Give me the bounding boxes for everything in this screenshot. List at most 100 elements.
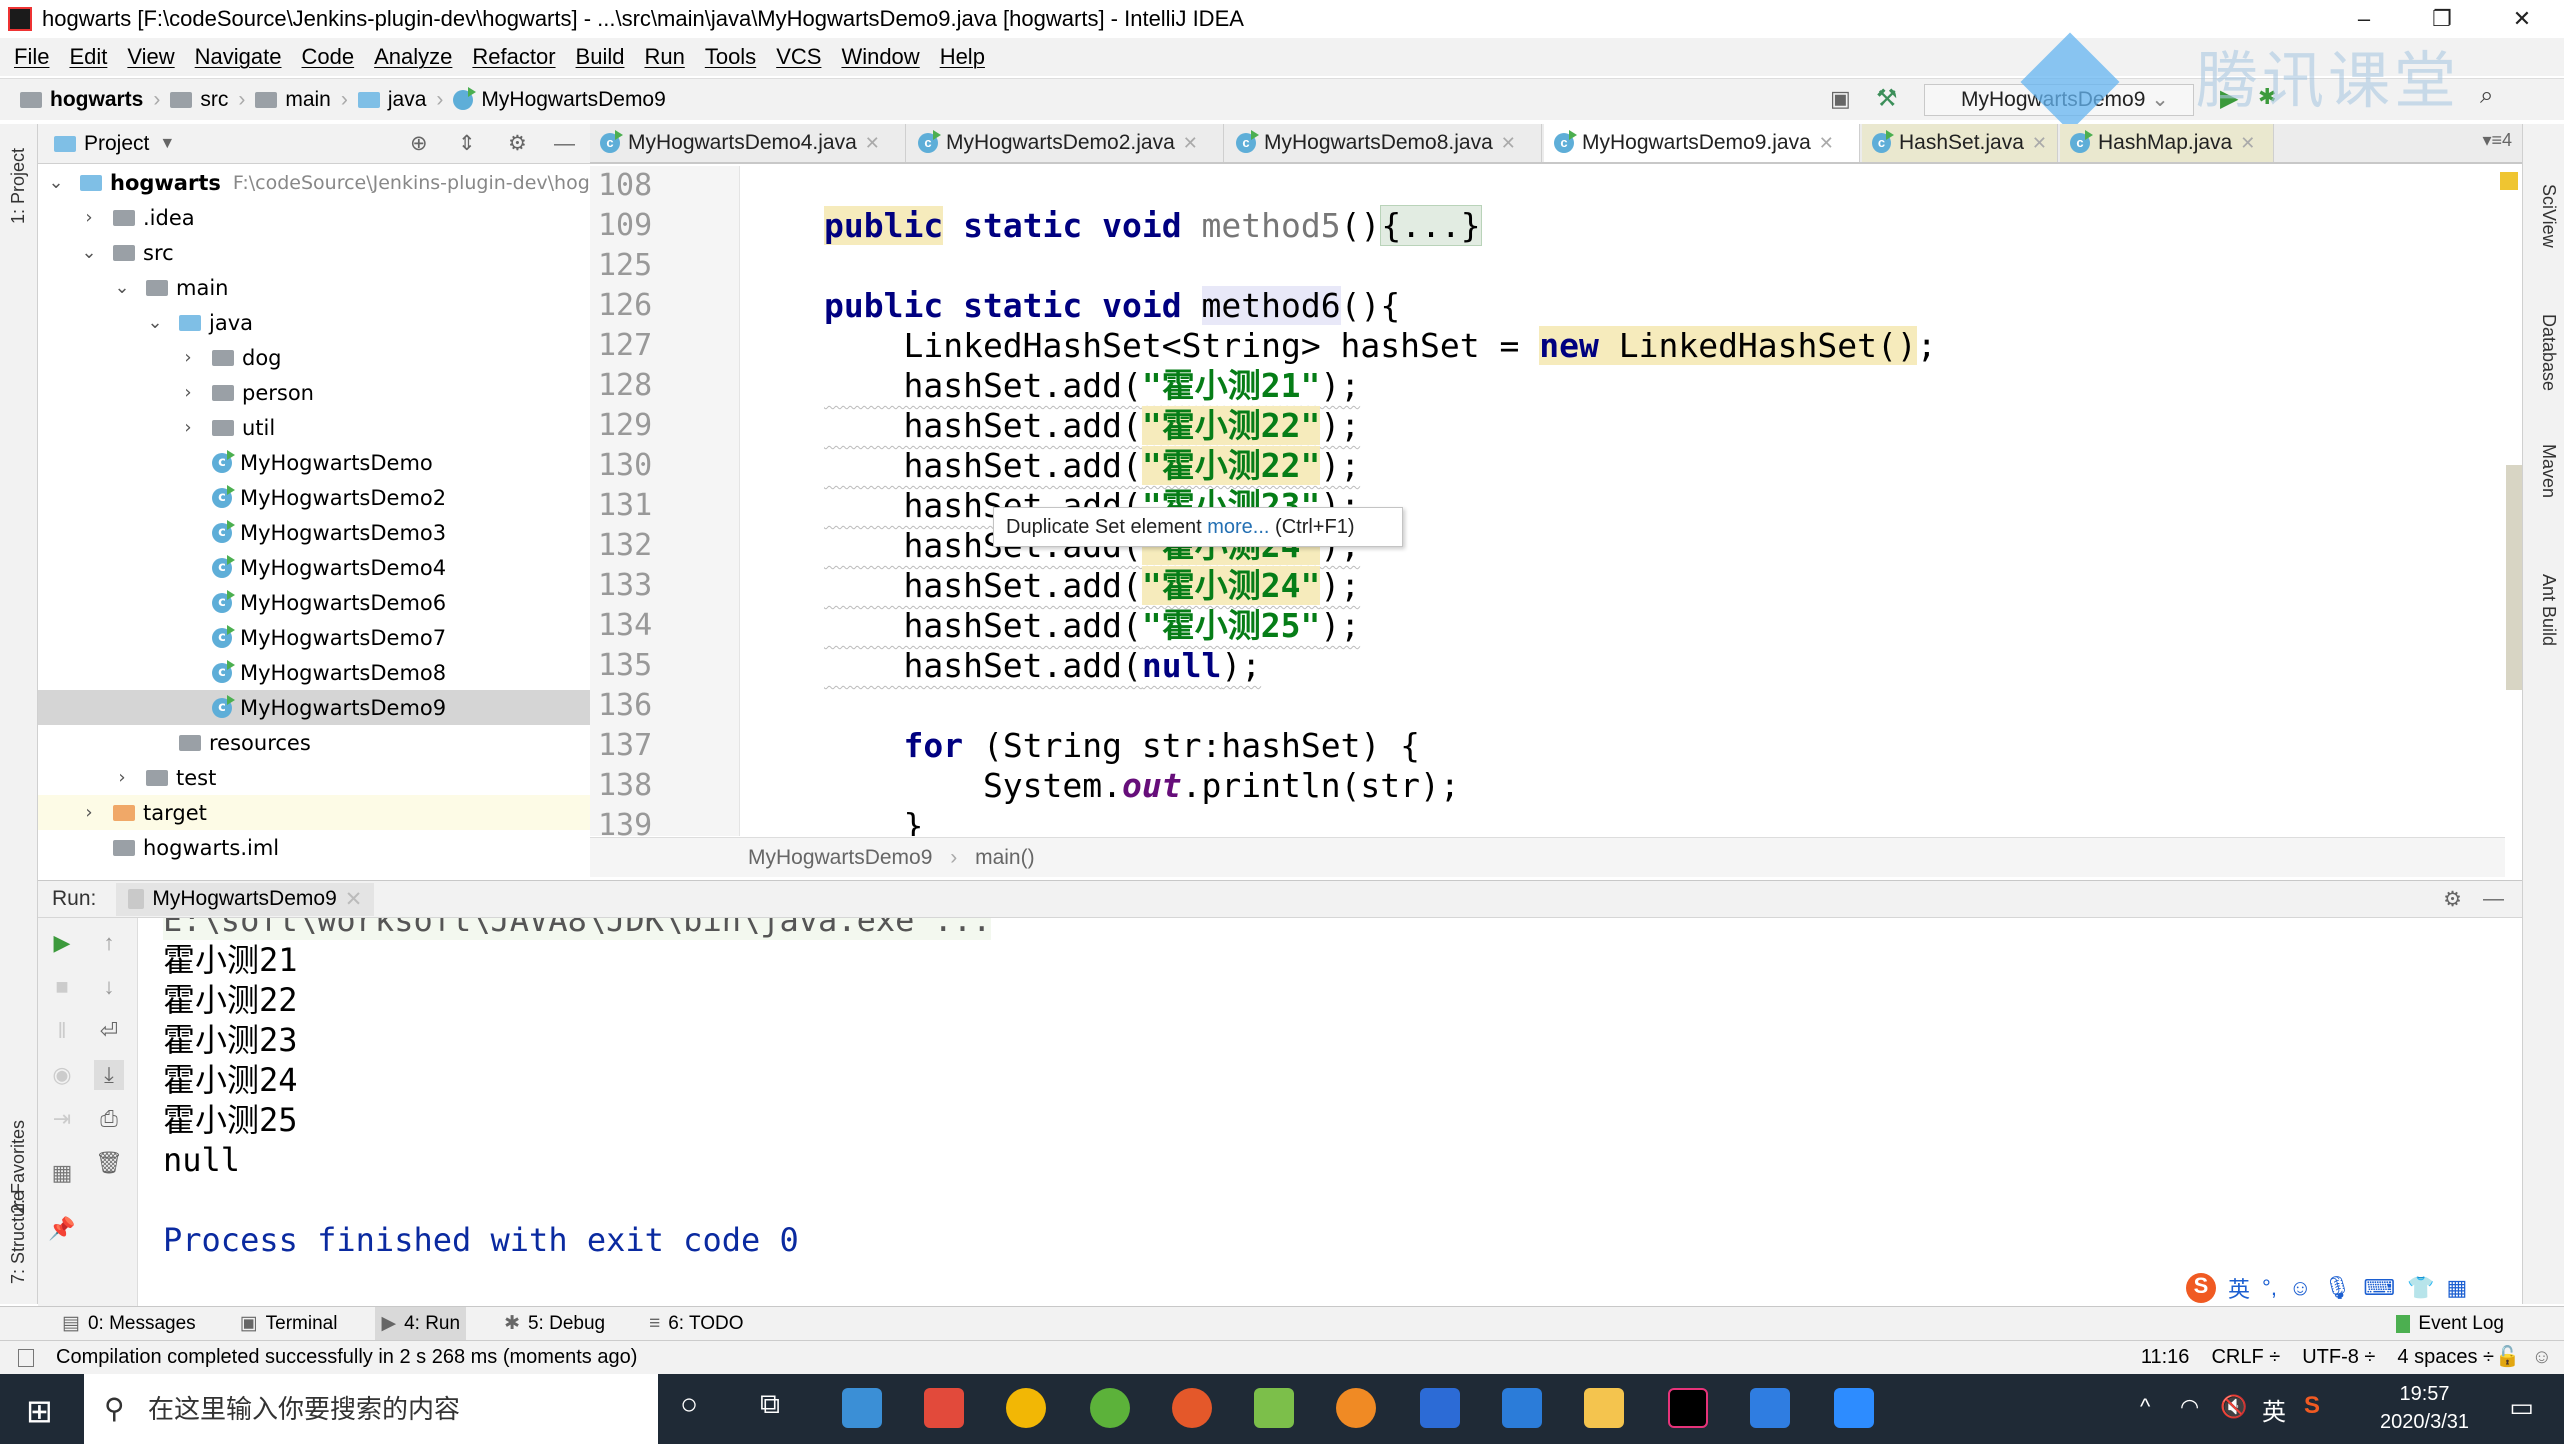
menu-item-tools[interactable]: Tools — [705, 44, 756, 70]
event-log-button[interactable]: Event Log — [2396, 1313, 2504, 1335]
tree-item[interactable]: resources — [38, 725, 590, 760]
tree-item[interactable]: c MyHogwartsDemo — [38, 445, 590, 480]
tree-item[interactable]: › person — [38, 375, 590, 410]
menu-item-navigate[interactable]: Navigate — [195, 44, 282, 70]
locate-icon[interactable]: ⊕ — [410, 131, 428, 156]
file-explorer-icon[interactable] — [1584, 1388, 1624, 1428]
ime-emoji-icon[interactable]: ☺ — [2289, 1275, 2311, 1301]
tree-item[interactable]: ⌄ main — [38, 270, 590, 305]
chrome-icon[interactable] — [1006, 1388, 1046, 1428]
taskbar-app-icon[interactable] — [1420, 1388, 1460, 1428]
close-tab-icon[interactable]: ✕ — [1501, 133, 1516, 154]
editor-tab[interactable]: c HashSet.java ✕ — [1862, 124, 2058, 162]
menu-item-run[interactable]: Run — [644, 44, 684, 70]
pin-icon[interactable]: 📌 — [47, 1214, 77, 1244]
menu-item-view[interactable]: View — [127, 44, 174, 70]
editor-scrollbar[interactable] — [2506, 465, 2522, 690]
close-tab-icon[interactable]: ✕ — [865, 133, 880, 154]
clock[interactable]: 19:57 2020/3/31 — [2380, 1380, 2469, 1436]
chevron-icon[interactable]: ⌄ — [145, 312, 165, 333]
layout-icon[interactable]: ▦ — [47, 1158, 77, 1188]
notification-icon[interactable]: ▭ — [2509, 1392, 2534, 1423]
breadcrumb-item[interactable]: java — [357, 88, 426, 112]
tree-item[interactable]: › dog — [38, 340, 590, 375]
vscode-icon[interactable] — [1502, 1388, 1542, 1428]
window-layout-icon[interactable]: ▣ — [1830, 86, 1851, 112]
tree-item[interactable]: c MyHogwartsDemo4 — [38, 550, 590, 585]
chevron-icon[interactable]: › — [79, 802, 99, 823]
bottom-tab-todo[interactable]: ≡ 6: TODO — [643, 1307, 749, 1341]
breadcrumb-item[interactable]: MyHogwartsDemo9 — [453, 86, 666, 112]
rerun-icon[interactable]: ▶ — [47, 928, 77, 958]
editor-tab[interactable]: c HashMap.java ✕ — [2060, 124, 2274, 162]
tray-ime-indicator[interactable]: 英 — [2262, 1392, 2286, 1427]
chevron-icon[interactable]: › — [112, 767, 132, 788]
chevron-icon[interactable]: › — [79, 207, 99, 228]
task-view-icon[interactable]: ⧉ — [760, 1388, 780, 1421]
menu-item-file[interactable]: File — [14, 44, 49, 70]
exit-icon[interactable]: ⇥ — [47, 1104, 77, 1134]
stop-icon[interactable]: ■ — [47, 972, 77, 1002]
search-icon[interactable]: ⌕ — [2480, 82, 2493, 110]
tree-item[interactable]: ⌄ java — [38, 305, 590, 340]
cortana-icon[interactable]: ○ — [680, 1388, 698, 1422]
ime-keyboard-icon[interactable]: ⌨ — [2363, 1275, 2395, 1301]
caret-position[interactable]: 11:16 — [2141, 1341, 2190, 1373]
dropdown-arrow-icon[interactable]: ▼ — [159, 135, 175, 153]
tool-window-sciview[interactable]: SciView — [2538, 184, 2559, 248]
bottom-tab-debug[interactable]: ✱ 5: Debug — [498, 1307, 611, 1341]
menu-item-vcs[interactable]: VCS — [776, 44, 821, 70]
up-arrow-icon[interactable]: ↑ — [94, 928, 124, 958]
code-editor[interactable]: 108 109 public static void method5(){...} 1… — [590, 166, 2505, 836]
tray-chevron-icon[interactable]: ^ — [2140, 1394, 2150, 1420]
menu-item-build[interactable]: Build — [576, 44, 625, 70]
taskbar-app-icon[interactable] — [842, 1388, 882, 1428]
breadcrumb-item[interactable]: main — [255, 88, 331, 112]
chevron-icon[interactable]: ⌄ — [79, 242, 99, 263]
dump-threads-icon[interactable]: ◉ — [47, 1060, 77, 1090]
project-tool-button[interactable]: 1: Project — [8, 148, 29, 224]
tree-item[interactable]: c MyHogwartsDemo9 — [38, 690, 590, 725]
chevron-icon[interactable]: › — [178, 382, 198, 403]
tree-item[interactable]: c MyHogwartsDemo3 — [38, 515, 590, 550]
run-tab[interactable]: MyHogwartsDemo9 ✕ — [116, 882, 375, 916]
indent-select[interactable]: 4 spaces ÷ — [2397, 1341, 2494, 1373]
ime-punct-icon[interactable]: °, — [2262, 1275, 2277, 1301]
taskbar-app-icon[interactable] — [924, 1388, 964, 1428]
taskbar-app-icon[interactable] — [1090, 1388, 1130, 1428]
down-arrow-icon[interactable]: ↓ — [94, 972, 124, 1002]
encoding-select[interactable]: UTF-8 ÷ — [2302, 1341, 2375, 1373]
chevron-icon[interactable]: › — [178, 417, 198, 438]
taskbar-app-icon[interactable] — [1750, 1388, 1790, 1428]
tool-window-database[interactable]: Database — [2538, 314, 2559, 391]
editor-tab[interactable]: c MyHogwartsDemo9.java ✕ — [1544, 124, 1860, 162]
menu-item-code[interactable]: Code — [302, 44, 355, 70]
close-tab-icon[interactable]: ✕ — [1819, 133, 1834, 154]
tree-item[interactable]: c MyHogwartsDemo2 — [38, 480, 590, 515]
print-icon[interactable]: ⎙ — [94, 1104, 124, 1134]
scroll-to-end-icon[interactable]: ⤓ — [94, 1060, 124, 1090]
ime-mic-icon[interactable]: 🎙 — [2323, 1275, 2351, 1301]
tooltip-more-link[interactable]: more... — [1207, 516, 1269, 538]
inspector-icon[interactable]: ☺ — [2532, 1341, 2552, 1373]
editor-tab[interactable]: c MyHogwartsDemo2.java ✕ — [908, 124, 1224, 162]
trash-icon[interactable]: 🗑 — [94, 1148, 124, 1178]
tabs-overflow-button[interactable]: ▾≡4 — [2482, 130, 2512, 151]
editor-tab[interactable]: c MyHogwartsDemo4.java ✕ — [590, 124, 906, 162]
status-toggle-icon[interactable] — [18, 1349, 34, 1367]
taskbar-search[interactable]: ⚲ 在这里输入你要搜索的内容 — [84, 1374, 658, 1444]
bottom-tab-terminal[interactable]: ▣ Terminal — [234, 1307, 344, 1341]
tree-item[interactable]: c MyHogwartsDemo8 — [38, 655, 590, 690]
tool-window-maven[interactable]: Maven — [2538, 444, 2559, 498]
tree-item[interactable]: ⌄ hogwarts F:\codeSource\Jenkins-plugin-de… — [38, 165, 590, 200]
collapse-all-icon[interactable]: ⇕ — [458, 131, 476, 156]
build-hammer-icon[interactable]: ⚒ — [1876, 84, 1898, 113]
bottom-tab-messages[interactable]: ▤ 0: Messages — [56, 1307, 202, 1341]
close-button[interactable]: ✕ — [2484, 0, 2560, 38]
taskbar-app-icon[interactable] — [1336, 1388, 1376, 1428]
tree-item[interactable]: c MyHogwartsDemo6 — [38, 585, 590, 620]
close-tab-icon[interactable]: ✕ — [345, 887, 363, 912]
project-view-select[interactable]: Project — [84, 132, 149, 156]
breadcrumb-class[interactable]: MyHogwartsDemo9 — [748, 846, 932, 869]
close-tab-icon[interactable]: ✕ — [2032, 133, 2047, 154]
